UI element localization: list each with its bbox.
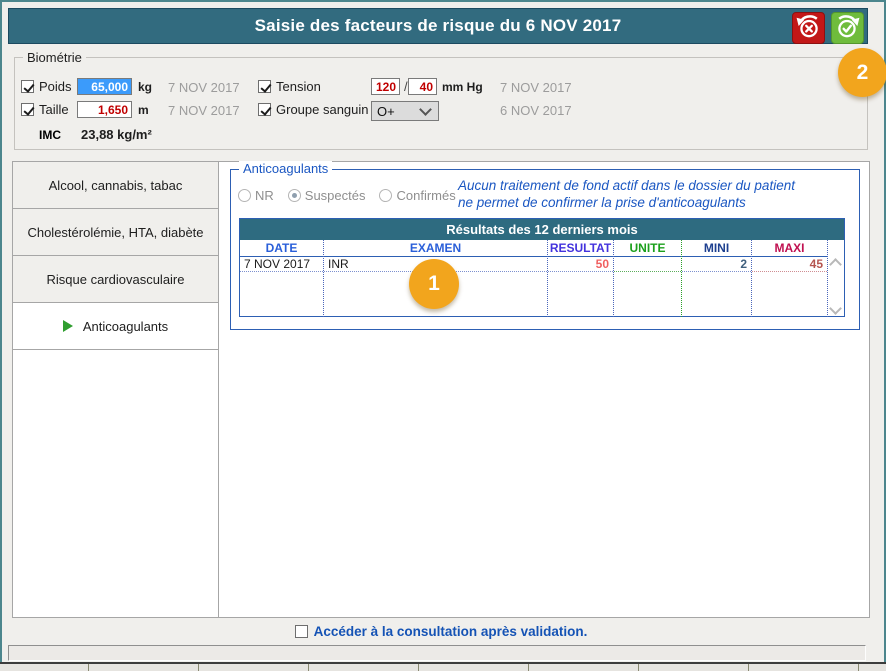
groupe-sanguin-label: Groupe sanguin (276, 102, 369, 117)
groupe-sanguin-checkbox[interactable] (258, 103, 271, 116)
column-header: UNITE (614, 240, 681, 257)
dialog-title: Saisie des facteurs de risque du 6 NOV 2… (255, 16, 622, 36)
radio-confirmes[interactable]: Confirmés (379, 188, 455, 203)
tension-label: Tension (276, 79, 321, 94)
column-header: DATE (240, 240, 323, 257)
dialog-titlebar: Saisie des facteurs de risque du 6 NOV 2… (8, 8, 868, 44)
tab-label: Anticoagulants (83, 319, 168, 334)
poids-date: 7 NOV 2017 (168, 80, 240, 95)
tab-label: Alcool, cannabis, tabac (49, 178, 183, 193)
validate-check-icon (834, 12, 861, 44)
step-badge-validate: 2 (838, 48, 886, 97)
anticoagulants-radio-group: NR Suspectés Confirmés (238, 188, 456, 203)
no-treatment-notice: Aucun traitement de fond actif dans le d… (458, 177, 848, 211)
poids-input[interactable]: 65,000 (77, 78, 132, 95)
imc-value: 23,88 kg/m² (81, 127, 152, 142)
cancel-undo-icon (795, 12, 822, 44)
poids-label: Poids (39, 79, 72, 94)
column-mini: MINI 2 (682, 240, 752, 317)
taille-row: Taille (21, 102, 69, 117)
cancel-button[interactable] (792, 12, 825, 44)
column-header: EXAMEN (324, 240, 547, 257)
tension-systolic-input[interactable]: 120 (371, 78, 400, 95)
column-header: MINI (682, 240, 751, 257)
column-resultat: RESULTAT 50 (548, 240, 614, 317)
main-panel: Anticoagulants NR Suspectés Confirmés Au… (218, 161, 870, 618)
cell-date[interactable]: 7 NOV 2017 (240, 257, 323, 272)
biometrie-legend: Biométrie (23, 50, 86, 65)
tab-label: Cholestérolémie, HTA, diabète (27, 225, 203, 240)
play-icon (63, 320, 73, 332)
status-bar (8, 645, 866, 661)
radio-label: Suspectés (305, 188, 366, 203)
groupe-sanguin-row: Groupe sanguin (258, 102, 369, 117)
footer-options: Accéder à la consultation après validati… (12, 620, 870, 643)
table-scrollbar[interactable] (828, 240, 843, 317)
radio-button[interactable] (379, 189, 392, 202)
validate-button[interactable] (831, 12, 864, 44)
cell-maxi[interactable]: 45 (752, 257, 827, 272)
taille-checkbox[interactable] (21, 103, 34, 116)
tab-label: Risque cardiovasculaire (46, 272, 184, 287)
tension-diastolic-input[interactable]: 40 (408, 78, 437, 95)
anticoagulants-legend: Anticoagulants (239, 161, 332, 176)
tab-cholesterolemie-hta-diabete[interactable]: Cholestérolémie, HTA, diabète (13, 209, 218, 256)
poids-unit: kg (138, 80, 152, 94)
taille-date: 7 NOV 2017 (168, 103, 240, 118)
cell-unite[interactable] (614, 257, 681, 272)
anticoagulants-group: Anticoagulants NR Suspectés Confirmés Au… (230, 169, 860, 330)
biometrie-group: Biométrie Poids 65,000 kg 7 NOV 2017 Tai… (14, 57, 868, 150)
column-header: RESULTAT (548, 240, 613, 257)
tab-anticoagulants[interactable]: Anticoagulants (13, 303, 218, 350)
scroll-down-icon[interactable] (829, 302, 842, 315)
radio-suspectes[interactable]: Suspectés (288, 188, 366, 203)
tension-date: 7 NOV 2017 (500, 80, 572, 95)
imc-label: IMC (39, 128, 61, 142)
results-table-title: Résultats des 12 derniers mois (240, 219, 844, 240)
groupe-sanguin-date: 6 NOV 2017 (500, 103, 572, 118)
taille-unit: m (138, 103, 149, 117)
results-table-grid: DATE 7 NOV 2017 EXAMEN INR RESULTAT 50 U… (240, 240, 844, 317)
access-consultation-checkbox[interactable] (295, 625, 308, 638)
tab-risque-cardiovasculaire[interactable]: Risque cardiovasculaire (13, 256, 218, 303)
scroll-up-icon[interactable] (829, 258, 842, 271)
chevron-down-icon (419, 103, 432, 116)
step-badge-table: 1 (409, 259, 459, 309)
background-app-strip (0, 662, 886, 671)
column-maxi: MAXI 45 (752, 240, 828, 317)
tension-row: Tension (258, 79, 321, 94)
results-table: Résultats des 12 derniers mois DATE 7 NO… (239, 218, 845, 317)
radio-button[interactable] (288, 189, 301, 202)
groupe-sanguin-value: O+ (377, 104, 395, 119)
cell-resultat[interactable]: 50 (548, 257, 613, 272)
column-date: DATE 7 NOV 2017 (240, 240, 324, 317)
radio-label: NR (255, 188, 274, 203)
tab-alcool-cannabis-tabac[interactable]: Alcool, cannabis, tabac (13, 162, 218, 209)
cell-mini[interactable]: 2 (682, 257, 751, 272)
poids-row: Poids (21, 79, 72, 94)
taille-label: Taille (39, 102, 69, 117)
column-header: MAXI (752, 240, 827, 257)
poids-checkbox[interactable] (21, 80, 34, 93)
tension-checkbox[interactable] (258, 80, 271, 93)
groupe-sanguin-select[interactable]: O+ (371, 101, 439, 121)
risk-category-sidebar: Alcool, cannabis, tabac Cholestérolémie,… (12, 161, 219, 618)
column-unite: UNITE (614, 240, 682, 317)
radio-nr[interactable]: NR (238, 188, 274, 203)
access-consultation-label: Accéder à la consultation après validati… (314, 624, 588, 639)
tension-unit: mm Hg (442, 80, 483, 94)
risk-factors-dialog: Saisie des facteurs de risque du 6 NOV 2… (0, 0, 886, 664)
radio-button[interactable] (238, 189, 251, 202)
notice-line-1: Aucun traitement de fond actif dans le d… (458, 177, 848, 194)
notice-line-2: ne permet de confirmer la prise d'antico… (458, 194, 848, 211)
radio-label: Confirmés (396, 188, 455, 203)
taille-input[interactable]: 1,650 (77, 101, 132, 118)
